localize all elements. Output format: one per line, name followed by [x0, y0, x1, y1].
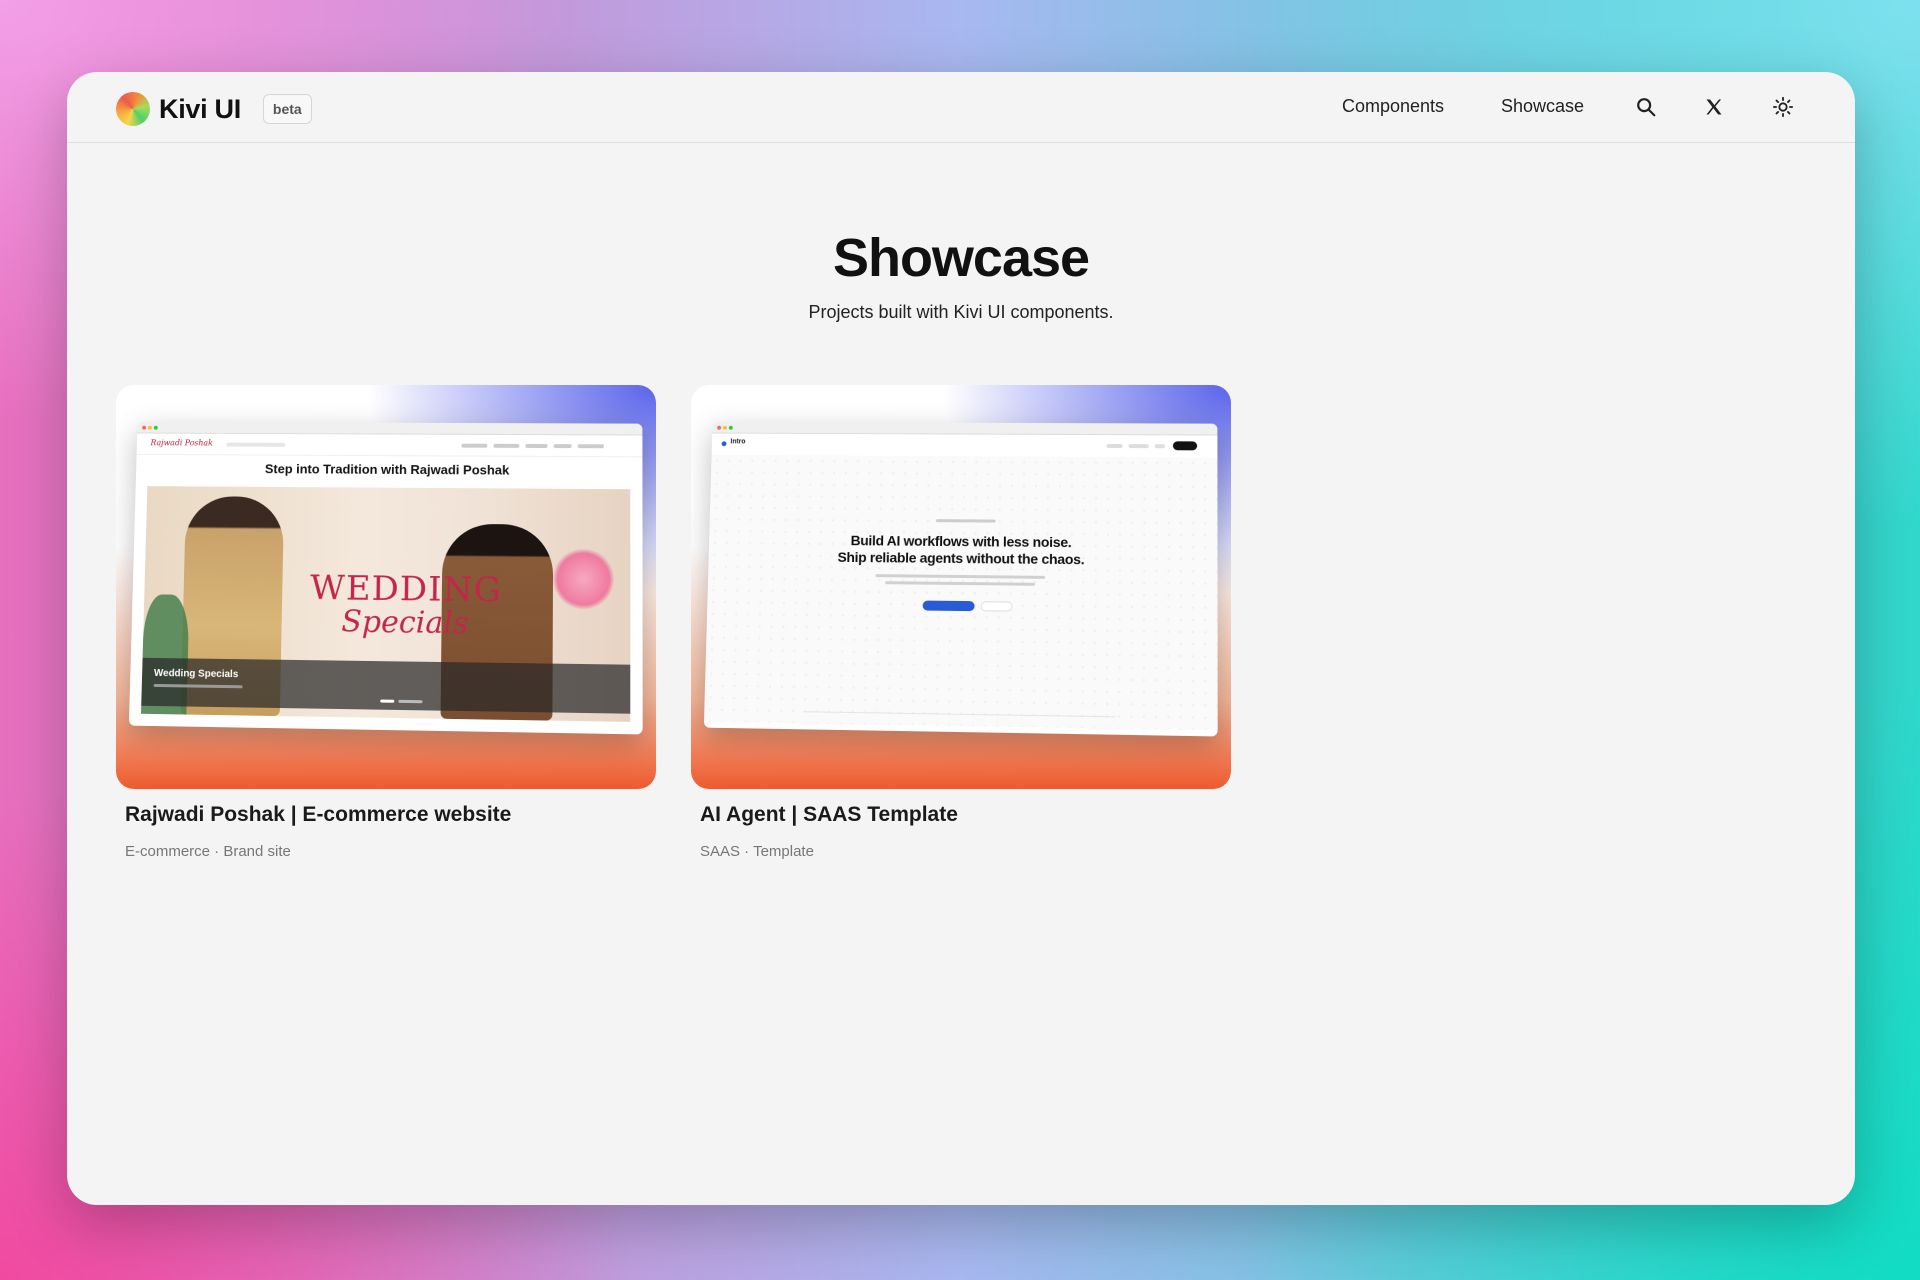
banner-caption: Wedding Specials [154, 668, 239, 680]
banner-caption-bar: Wedding Specials [141, 658, 630, 714]
beta-badge: beta [263, 94, 312, 124]
preview-blue-dot [722, 441, 727, 446]
page-subtitle: Projects built with Kivi UI components. [67, 302, 1855, 323]
website-preview: Rajwadi Poshak Step into Tradition with … [129, 422, 643, 735]
preview-logo: Rajwadi Poshak [150, 438, 213, 447]
showcase-card-rajwadi[interactable]: Rajwadi Poshak Step into Tradition with … [116, 385, 656, 860]
banner-title: WEDDING [310, 568, 502, 610]
nav-link-showcase[interactable]: Showcase [1501, 96, 1584, 117]
top-navbar: Kivi UI beta Components Showcase [67, 72, 1855, 143]
sun-icon[interactable] [1770, 94, 1796, 120]
card-thumbnail[interactable]: Rajwadi Poshak Step into Tradition with … [116, 385, 656, 789]
preview-secondary-button [981, 601, 1013, 611]
card-thumbnail[interactable]: Intro Build AI workflows with less noise… [691, 385, 1231, 789]
lotus-decor [553, 549, 614, 610]
browser-window: Kivi UI beta Components Showcase Showcas… [67, 72, 1855, 1205]
preview-hero: Build AI workflows with less noise. Ship… [704, 455, 1218, 730]
website-preview: Intro Build AI workflows with less noise… [704, 422, 1218, 737]
kivi-logo-icon [116, 92, 150, 126]
brand[interactable]: Kivi UI beta [116, 92, 312, 126]
brand-name: Kivi UI [159, 94, 241, 125]
banner-script: Specials [341, 604, 469, 641]
preview-headline-2: Ship reliable agents without the chaos. [709, 548, 1218, 569]
card-title[interactable]: Rajwadi Poshak | E-commerce website [125, 803, 656, 827]
nav-link-components[interactable]: Components [1342, 96, 1444, 117]
card-tags: E-commerce · Brand site [125, 843, 656, 860]
preview-cta-dark [1173, 441, 1197, 450]
page-title: Showcase [67, 227, 1855, 289]
preview-headline: Step into Tradition with Rajwadi Poshak [136, 455, 643, 483]
search-icon[interactable] [1633, 94, 1659, 120]
card-title[interactable]: AI Agent | SAAS Template [700, 803, 1231, 827]
preview-logo: Intro [730, 438, 745, 445]
preview-primary-button [923, 601, 975, 612]
showcase-card-ai-agent[interactable]: Intro Build AI workflows with less noise… [691, 385, 1231, 860]
x-logo-icon[interactable] [1701, 94, 1727, 120]
preview-banner: WEDDING Specials Wedding Specials [141, 486, 630, 722]
card-tags: SAAS · Template [700, 843, 1231, 860]
